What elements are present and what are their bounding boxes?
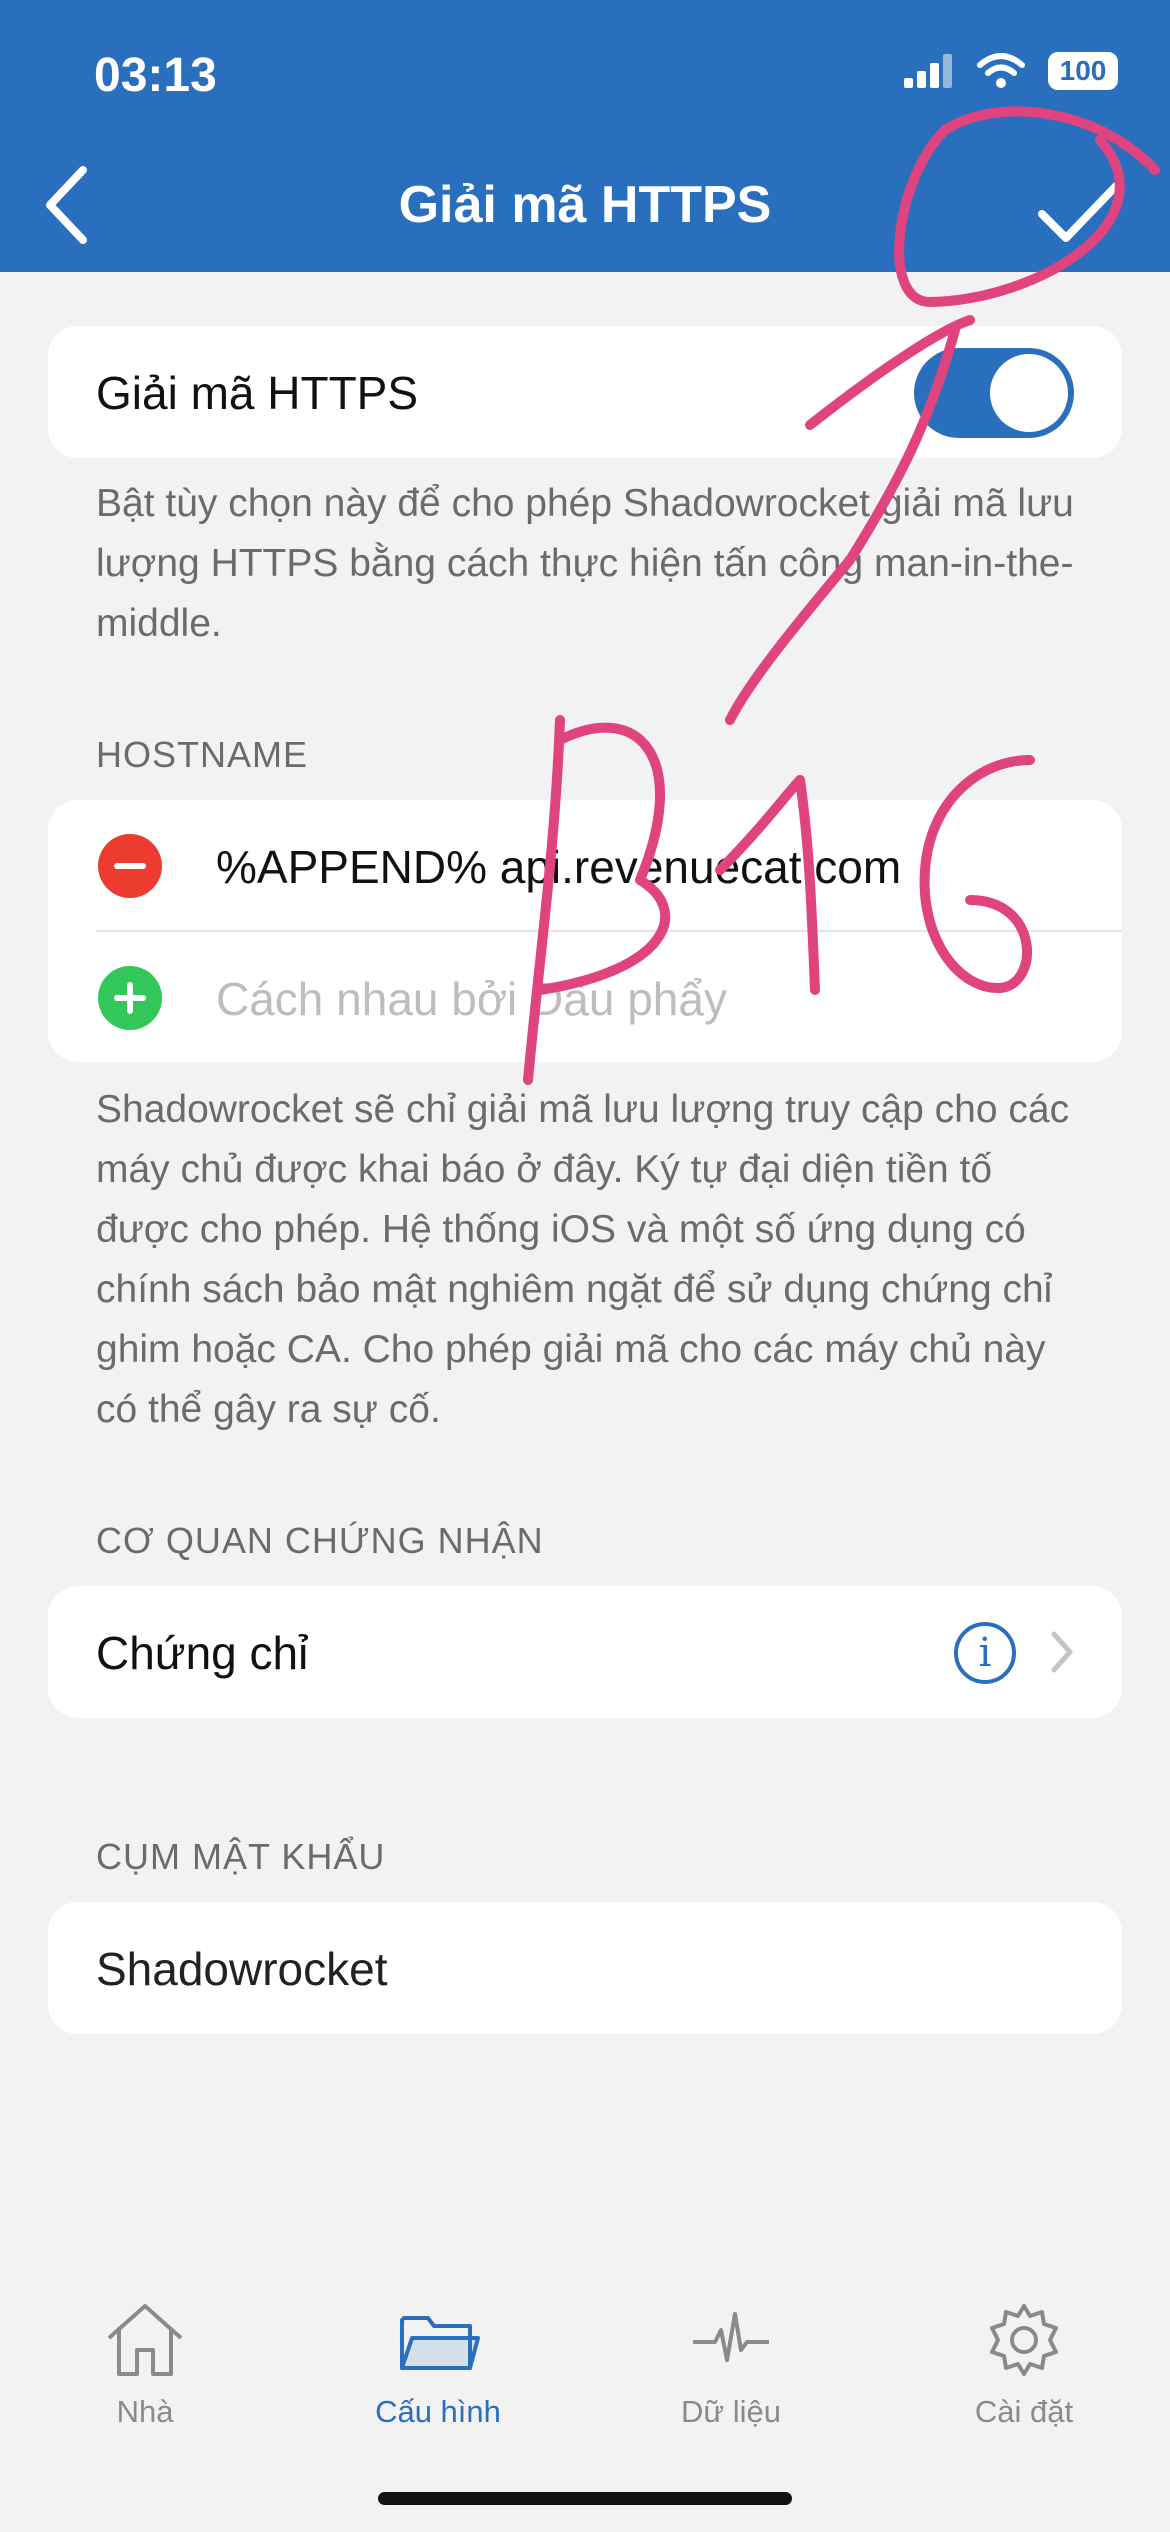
hostname-input[interactable]: Cách nhau bởi Dấu phẩy xyxy=(216,972,727,1026)
https-toggle[interactable] xyxy=(914,348,1074,438)
hostname-card: %APPEND% api.revenuecat.com Cách nhau bở… xyxy=(48,800,1122,1062)
folder-icon xyxy=(400,2316,480,2370)
remove-hostname-button[interactable] xyxy=(98,834,162,898)
add-hostname-button[interactable] xyxy=(98,966,162,1030)
certificate-row[interactable]: Chứng chỉ i xyxy=(48,1586,1122,1718)
passphrase-value[interactable]: Shadowrocket xyxy=(96,1942,388,1996)
tab-data-label: Dữ liệu xyxy=(680,2394,781,2429)
tab-settings-label: Cài đặt xyxy=(974,2394,1074,2429)
checkmark-icon[interactable] xyxy=(1034,172,1124,252)
passphrase-row[interactable]: Shadowrocket xyxy=(48,1902,1122,2034)
minus-icon xyxy=(114,863,146,869)
hostname-entry[interactable]: %APPEND% api.revenuecat.com xyxy=(216,840,901,894)
page-title: Giải mã HTTPS xyxy=(398,176,772,234)
tab-config-label: Cấu hình xyxy=(375,2394,501,2429)
home-icon xyxy=(107,2304,183,2376)
status-time: 03:13 xyxy=(94,49,217,102)
home-indicator[interactable] xyxy=(378,2492,792,2505)
info-icon[interactable]: i xyxy=(954,1622,1016,1684)
plus-icon xyxy=(114,982,146,1014)
toggle-knob xyxy=(990,354,1068,432)
activity-icon xyxy=(693,2312,769,2362)
tab-home-label: Nhà xyxy=(116,2394,174,2429)
wifi-icon xyxy=(977,53,1025,88)
nav-header: 03:13 100 Giải mã HTTPS xyxy=(0,0,1170,272)
tab-home[interactable]: Nhà xyxy=(45,2300,245,2430)
certificate-header: CƠ QUAN CHỨNG NHẬN xyxy=(96,1520,544,1561)
signal-icon xyxy=(904,54,952,88)
https-description: Bật tùy chọn này để cho phép Shadowrocke… xyxy=(96,482,1074,645)
tab-data[interactable]: Dữ liệu xyxy=(631,2300,831,2430)
chevron-right-icon xyxy=(1051,1631,1073,1673)
tab-settings[interactable]: Cài đặt xyxy=(924,2300,1124,2430)
https-toggle-label: Giải mã HTTPS xyxy=(96,367,419,419)
status-icons: 100 xyxy=(904,52,1118,90)
https-toggle-card: Giải mã HTTPS xyxy=(48,326,1122,458)
passphrase-header: CỤM MẬT KHẨU xyxy=(96,1836,386,1877)
battery-indicator: 100 xyxy=(1048,52,1118,90)
hostname-description: Shadowrocket sẽ chỉ giải mã lưu lượng tr… xyxy=(96,1088,1070,1431)
gear-icon xyxy=(990,2304,1058,2376)
certificate-label: Chứng chỉ xyxy=(96,1627,309,1679)
tab-config[interactable]: Cấu hình xyxy=(338,2300,538,2430)
hostname-header: HOSTNAME xyxy=(96,734,309,775)
divider xyxy=(96,930,1122,932)
